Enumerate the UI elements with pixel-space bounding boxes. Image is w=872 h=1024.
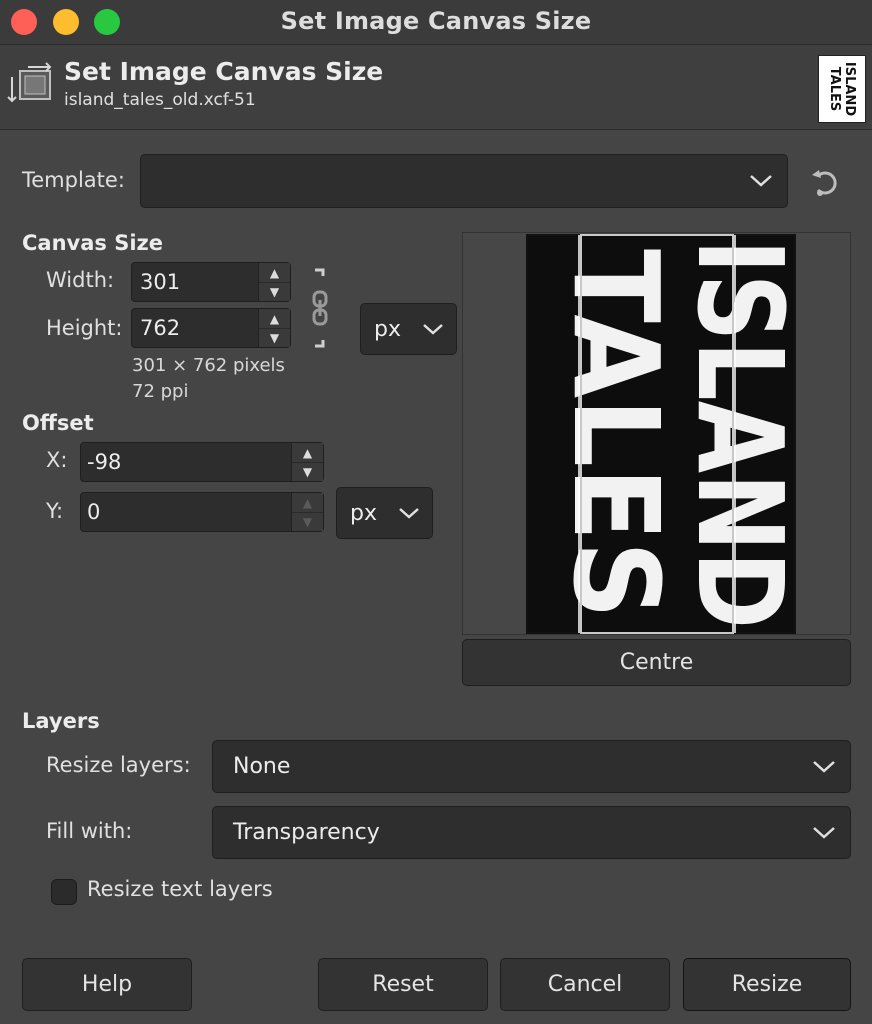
width-label: Width: [46,268,115,292]
width-increment-button[interactable]: ▲ [259,263,290,283]
centre-button[interactable]: Centre [462,639,851,686]
thumbnail-image: ISLAND TALES [819,56,865,122]
size-unit-value: px [374,316,401,342]
layers-heading: Layers [22,709,100,733]
width-field[interactable]: 301 ▲ ▼ [131,262,291,302]
template-label: Template: [22,168,125,192]
chevron-down-icon [812,741,836,792]
resize-text-layers-checkbox[interactable] [51,879,77,905]
resize-layers-value: None [233,754,291,779]
canvas-preview[interactable]: ISLAND TALES [462,232,851,635]
title-bar: Set Image Canvas Size [0,0,872,45]
canvas-size-heading: Canvas Size [22,231,163,255]
image-thumbnail: ISLAND TALES [818,55,866,123]
help-button[interactable]: Help [22,958,192,1011]
dialog-title: Set Image Canvas Size [64,57,384,86]
offset-y-field[interactable]: 0 ▲ ▼ [80,492,324,532]
resize-button[interactable]: Resize [683,958,851,1011]
height-increment-button[interactable]: ▲ [259,309,290,329]
height-label: Height: [46,316,123,340]
offset-unit-select[interactable]: px [336,487,433,539]
offset-y-label: Y: [46,499,64,523]
size-unit-select[interactable]: px [360,303,457,355]
height-field[interactable]: 762 ▲ ▼ [131,308,291,348]
template-combo[interactable] [140,154,788,208]
offset-y-value: 0 [87,500,101,524]
height-decrement-button[interactable]: ▼ [259,328,290,347]
width-decrement-button[interactable]: ▼ [259,282,290,301]
size-info-pixels: 301 × 762 pixels [132,355,285,376]
thumbnail-text-2: TALES [827,67,842,111]
reset-button[interactable]: Reset [318,958,488,1011]
resize-text-layers-label[interactable]: Resize text layers [87,877,273,901]
preview-text-2: TALES [547,249,685,619]
chevron-down-icon [749,155,773,207]
fill-with-label: Fill with: [46,819,133,843]
size-info-ppi: 72 ppi [132,381,189,402]
chevron-down-icon [422,304,444,354]
window-title: Set Image Canvas Size [280,7,592,35]
height-spinner[interactable]: ▲ ▼ [258,309,290,347]
preview-image[interactable]: ISLAND TALES [463,233,850,634]
image-name: island_tales_old.xcf-51 [64,90,256,110]
canvas-size-icon [7,62,52,103]
offset-y-decrement-button[interactable]: ▼ [292,512,323,531]
offset-y-spinner[interactable]: ▲ ▼ [291,493,323,531]
offset-unit-value: px [350,500,377,526]
offset-x-increment-button[interactable]: ▲ [292,443,323,463]
chevron-down-icon [398,488,420,538]
width-value: 301 [140,270,181,294]
chain-link-icon[interactable] [305,266,335,350]
offset-x-decrement-button[interactable]: ▼ [292,462,323,481]
cancel-button[interactable]: Cancel [500,958,670,1011]
dialog-header: Set Image Canvas Size island_tales_old.x… [0,45,872,130]
resize-layers-select[interactable]: None [212,740,851,793]
reset-template-icon[interactable] [810,166,842,198]
width-spinner[interactable]: ▲ ▼ [258,263,290,301]
chevron-down-icon [812,807,836,858]
offset-y-increment-button[interactable]: ▲ [292,493,323,513]
offset-heading: Offset [22,411,94,435]
offset-x-field[interactable]: -98 ▲ ▼ [80,442,324,482]
height-value: 762 [140,316,181,340]
fill-with-value: Transparency [233,820,380,845]
resize-layers-label: Resize layers: [46,753,191,777]
fill-with-select[interactable]: Transparency [212,806,851,859]
preview-text-group: ISLAND TALES [547,239,809,629]
offset-x-value: -98 [87,450,122,474]
offset-x-spinner[interactable]: ▲ ▼ [291,443,323,481]
preview-text-1: ISLAND [671,239,809,629]
thumbnail-text-1: ISLAND [842,62,857,116]
offset-x-label: X: [46,448,68,472]
